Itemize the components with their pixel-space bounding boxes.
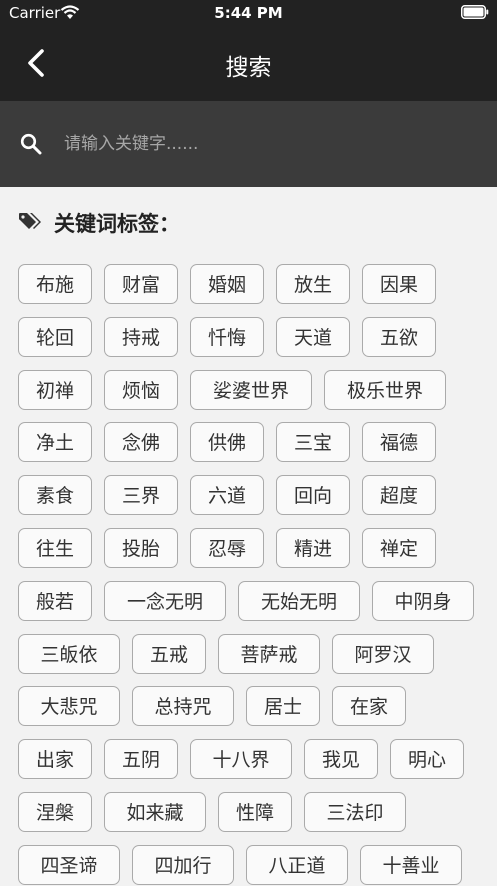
keyword-tag[interactable]: 大悲咒 xyxy=(18,686,120,727)
keyword-tag[interactable]: 福德 xyxy=(362,422,436,463)
keyword-tag[interactable]: 念佛 xyxy=(104,422,178,463)
keyword-tag[interactable]: 四加行 xyxy=(132,844,234,885)
keyword-tag[interactable]: 五戒 xyxy=(132,633,206,674)
keyword-tag[interactable]: 三宝 xyxy=(276,422,350,463)
keyword-tag[interactable]: 持戒 xyxy=(104,316,178,357)
keyword-tag[interactable]: 回向 xyxy=(276,475,350,516)
keyword-tag[interactable]: 菩萨戒 xyxy=(218,633,320,674)
keyword-tag[interactable]: 阿罗汉 xyxy=(332,633,434,674)
keyword-tag[interactable]: 中阴身 xyxy=(372,580,474,621)
keyword-tag[interactable]: 轮回 xyxy=(18,316,92,357)
keyword-tag[interactable]: 在家 xyxy=(332,686,406,727)
keyword-tag[interactable]: 十八界 xyxy=(190,739,292,780)
keyword-tag[interactable]: 三界 xyxy=(104,475,178,516)
tags-icon xyxy=(19,213,41,229)
keyword-tag[interactable]: 禅定 xyxy=(362,528,436,568)
page-title: 搜索 xyxy=(225,55,272,81)
keyword-tag[interactable]: 八正道 xyxy=(246,844,348,885)
nav-bar: 搜索 xyxy=(0,26,497,101)
keyword-tag[interactable]: 六道 xyxy=(190,475,264,516)
keyword-tag[interactable]: 无始无明 xyxy=(238,580,360,621)
keyword-tag[interactable]: 五阴 xyxy=(104,739,178,780)
keyword-tag[interactable]: 天道 xyxy=(276,316,350,357)
keyword-tag[interactable]: 供佛 xyxy=(190,422,264,463)
keyword-tag[interactable]: 三法印 xyxy=(304,792,406,832)
keyword-tag[interactable]: 三皈依 xyxy=(18,633,120,674)
keyword-tag[interactable]: 我见 xyxy=(304,739,378,780)
keyword-tag[interactable]: 烦恼 xyxy=(104,369,178,410)
search-bar xyxy=(0,101,497,187)
keyword-tag[interactable]: 极乐世界 xyxy=(324,369,446,410)
keyword-tag[interactable]: 居士 xyxy=(246,686,320,727)
keyword-tag[interactable]: 总持咒 xyxy=(132,686,234,727)
keyword-tag[interactable]: 超度 xyxy=(362,475,436,516)
keyword-tag[interactable]: 素食 xyxy=(18,475,92,516)
keyword-tag[interactable]: 忍辱 xyxy=(190,528,264,568)
keyword-tag[interactable]: 布施 xyxy=(18,264,92,304)
keyword-tag[interactable]: 婚姻 xyxy=(190,264,264,304)
keyword-tag[interactable]: 往生 xyxy=(18,528,92,568)
keyword-tag[interactable]: 精进 xyxy=(276,528,350,568)
keyword-tag[interactable]: 娑婆世界 xyxy=(190,369,312,410)
keyword-tag[interactable]: 财富 xyxy=(104,264,178,304)
battery-icon xyxy=(461,5,489,19)
keyword-tag[interactable]: 性障 xyxy=(218,792,292,832)
keyword-tag[interactable]: 明心 xyxy=(390,739,464,780)
keyword-tag[interactable]: 十善业 xyxy=(360,844,462,885)
keyword-tag[interactable]: 初禅 xyxy=(18,369,92,410)
keyword-tag[interactable]: 般若 xyxy=(18,580,92,621)
keyword-tag[interactable]: 投胎 xyxy=(104,528,178,568)
keyword-tag[interactable]: 出家 xyxy=(18,739,92,780)
keyword-tag[interactable]: 五欲 xyxy=(362,316,436,357)
top-bar: Carrier 5:44 PM 搜索 xyxy=(0,0,497,101)
section-title: 关键词标签： xyxy=(54,212,180,236)
keyword-tag[interactable]: 如来藏 xyxy=(104,792,206,832)
keyword-tag[interactable]: 一念无明 xyxy=(104,580,226,621)
search-input[interactable] xyxy=(58,129,484,159)
keyword-tag[interactable]: 放生 xyxy=(276,264,350,304)
status-time: 5:44 PM xyxy=(214,4,283,22)
keyword-tag[interactable]: 忏悔 xyxy=(190,316,264,357)
keyword-tag[interactable]: 涅槃 xyxy=(18,792,92,832)
status-bar: Carrier 5:44 PM xyxy=(0,0,497,26)
keyword-tag[interactable]: 四圣谛 xyxy=(18,844,120,885)
keyword-tag[interactable]: 因果 xyxy=(362,264,436,304)
keyword-tag[interactable]: 净土 xyxy=(18,422,92,463)
search-icon xyxy=(20,133,42,155)
